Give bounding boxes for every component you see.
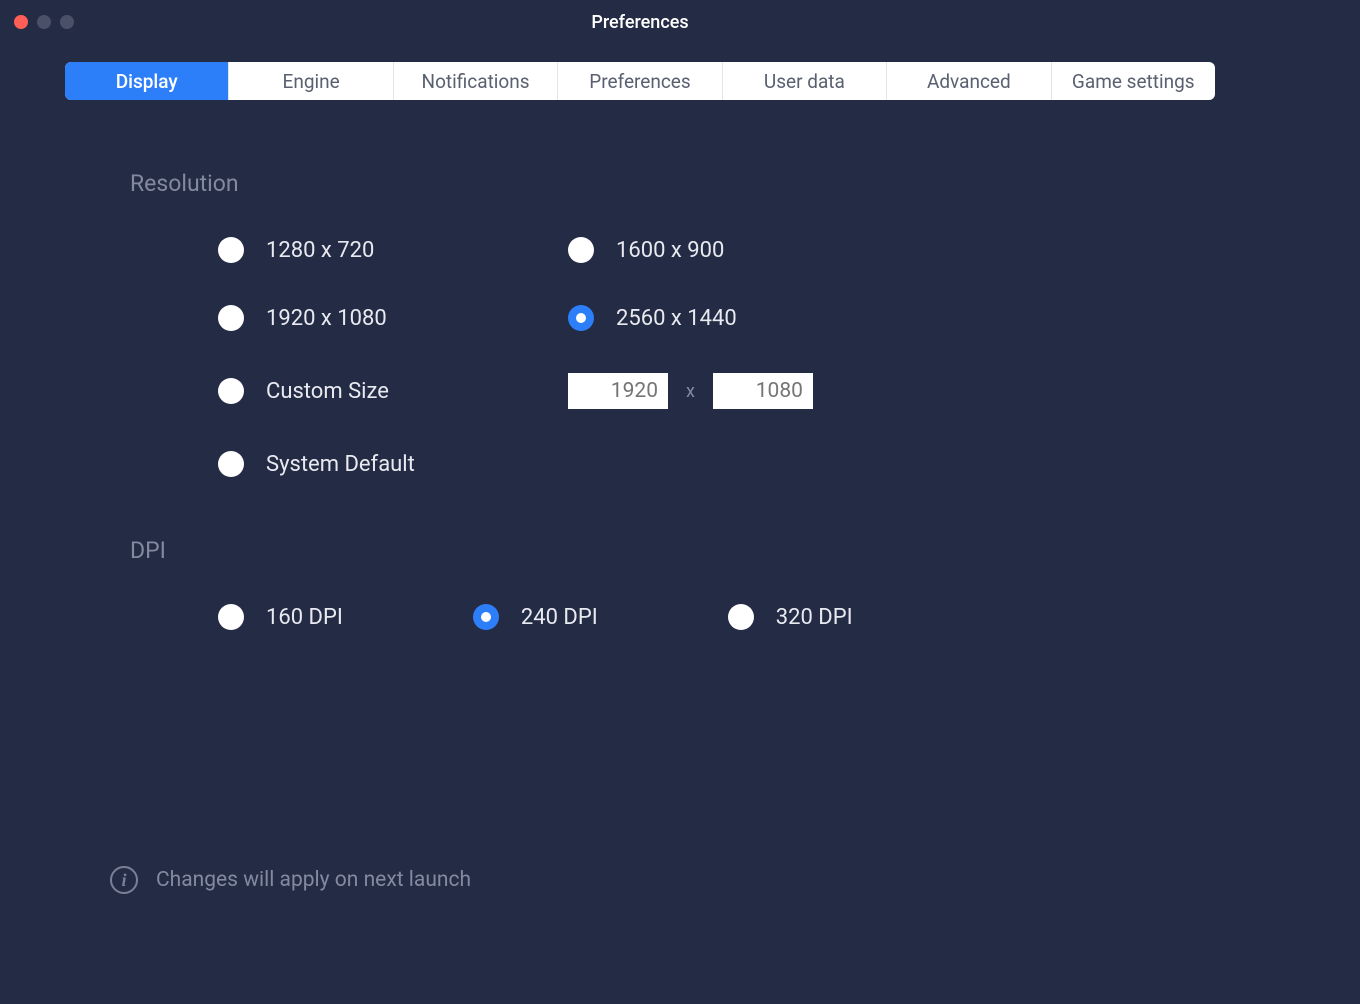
resolution-section-title: Resolution <box>130 170 1150 197</box>
close-window-button[interactable] <box>14 15 28 29</box>
radio-label: 240 DPI <box>521 605 598 630</box>
radio-system-default[interactable] <box>218 451 244 477</box>
tab-display[interactable]: Display <box>65 62 229 100</box>
radio-1920x1080[interactable] <box>218 305 244 331</box>
radio-label: 1920 x 1080 <box>266 306 387 331</box>
radio-1280x720[interactable] <box>218 237 244 263</box>
minimize-window-button[interactable] <box>37 15 51 29</box>
window-title: Preferences <box>591 12 688 33</box>
footer: i Changes will apply on next launch <box>110 866 471 894</box>
tab-game-settings[interactable]: Game settings <box>1052 62 1215 100</box>
resolution-option-2560x1440[interactable]: 2560 x 1440 <box>568 305 1150 331</box>
radio-label: System Default <box>266 452 415 477</box>
titlebar: Preferences <box>0 0 1280 44</box>
radio-2560x1440[interactable] <box>568 305 594 331</box>
radio-160dpi[interactable] <box>218 604 244 630</box>
tab-advanced[interactable]: Advanced <box>887 62 1051 100</box>
tab-preferences[interactable]: Preferences <box>558 62 722 100</box>
resolution-option-custom[interactable]: Custom Size <box>218 373 568 409</box>
radio-label: 1280 x 720 <box>266 238 374 263</box>
traffic-lights <box>14 15 74 29</box>
radio-label: 1600 x 900 <box>616 238 724 263</box>
tabs-container: Display Engine Notifications Preferences… <box>65 62 1215 100</box>
dpi-section: DPI 160 DPI 240 DPI 320 DPI <box>130 537 1150 630</box>
dpi-section-title: DPI <box>130 537 1150 564</box>
radio-label: 160 DPI <box>266 605 343 630</box>
tab-engine[interactable]: Engine <box>229 62 393 100</box>
radio-label: Custom Size <box>266 379 389 404</box>
info-icon: i <box>110 866 138 894</box>
radio-label: 2560 x 1440 <box>616 306 737 331</box>
radio-custom-size[interactable] <box>218 378 244 404</box>
custom-height-input[interactable] <box>713 373 813 409</box>
resolution-option-1280x720[interactable]: 1280 x 720 <box>218 237 568 263</box>
radio-240dpi[interactable] <box>473 604 499 630</box>
tab-notifications[interactable]: Notifications <box>394 62 558 100</box>
dpi-option-240[interactable]: 240 DPI <box>473 604 598 630</box>
size-separator: x <box>686 381 695 402</box>
custom-size-inputs: x <box>568 373 1150 409</box>
radio-320dpi[interactable] <box>728 604 754 630</box>
resolution-option-1920x1080[interactable]: 1920 x 1080 <box>218 305 568 331</box>
maximize-window-button[interactable] <box>60 15 74 29</box>
preferences-window: Preferences Display Engine Notifications… <box>0 0 1280 944</box>
dpi-options: 160 DPI 240 DPI 320 DPI <box>218 604 1150 630</box>
content-area: Resolution 1280 x 720 1600 x 900 1920 x … <box>0 100 1280 630</box>
radio-label: 320 DPI <box>776 605 853 630</box>
resolution-option-system-default[interactable]: System Default <box>218 451 1150 477</box>
dpi-option-160[interactable]: 160 DPI <box>218 604 343 630</box>
dpi-option-320[interactable]: 320 DPI <box>728 604 853 630</box>
tab-user-data[interactable]: User data <box>723 62 887 100</box>
custom-width-input[interactable] <box>568 373 668 409</box>
resolution-options: 1280 x 720 1600 x 900 1920 x 1080 2560 x… <box>218 237 1150 477</box>
radio-1600x900[interactable] <box>568 237 594 263</box>
resolution-option-1600x900[interactable]: 1600 x 900 <box>568 237 1150 263</box>
footer-message: Changes will apply on next launch <box>156 868 471 892</box>
